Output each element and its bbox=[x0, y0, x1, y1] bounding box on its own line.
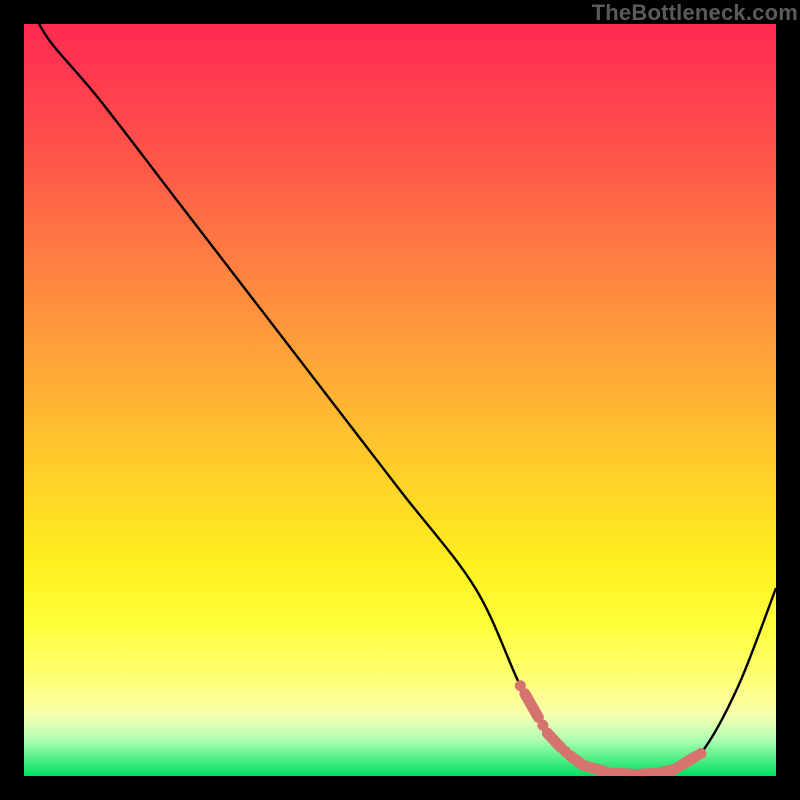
curve-layer bbox=[24, 24, 776, 776]
highlight-dots bbox=[515, 680, 706, 776]
bottleneck-curve bbox=[39, 24, 776, 775]
attribution-text: TheBottleneck.com bbox=[592, 0, 798, 26]
highlight-segments bbox=[525, 694, 696, 775]
plot-area bbox=[24, 24, 776, 776]
chart-stage: TheBottleneck.com bbox=[0, 0, 800, 800]
